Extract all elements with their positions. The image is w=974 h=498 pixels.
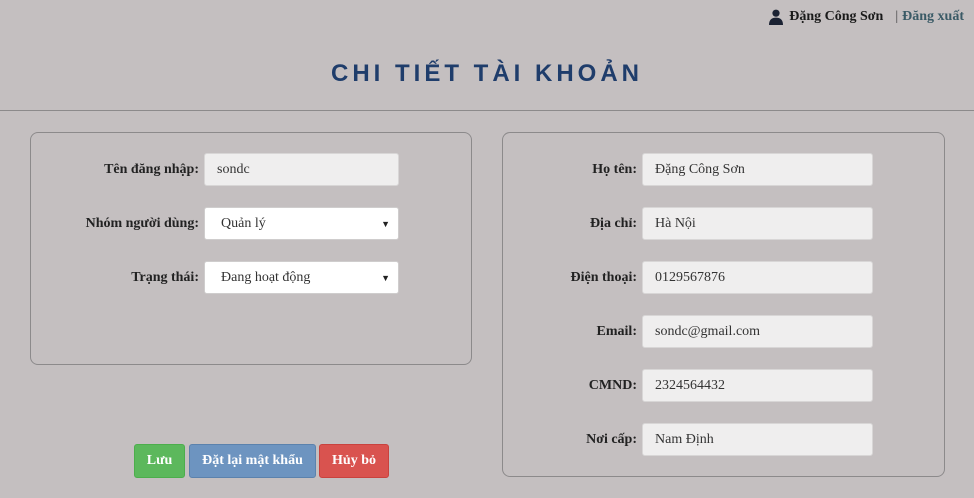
menu-separator: | [895, 9, 899, 24]
user-name: Đặng Công Sơn [789, 9, 884, 24]
group-row: Nhóm người dùng: Quản lý ▼ [31, 207, 399, 240]
phone-value: 0129567876 [655, 269, 725, 285]
email-label: Email: [596, 323, 637, 339]
idcard-field[interactable]: 2324564432 [642, 369, 873, 402]
fullname-value: Đặng Công Sơn [655, 161, 745, 177]
profile-panel: Họ tên: Đặng Công Sơn Địa chỉ: Hà Nội Đi… [502, 132, 945, 477]
fullname-label: Họ tên: [592, 161, 637, 177]
phone-label: Điện thoại: [570, 269, 638, 285]
status-label: Trạng thái: [131, 269, 199, 285]
group-select[interactable]: Quản lý ▼ [204, 207, 399, 240]
cancel-button[interactable]: Hủy bỏ [319, 444, 389, 478]
status-row: Trạng thái: Đang hoạt động ▼ [31, 261, 399, 294]
address-field[interactable]: Hà Nội [642, 207, 873, 240]
fullname-field[interactable]: Đặng Công Sơn [642, 153, 873, 186]
fullname-row: Họ tên: Đặng Công Sơn [503, 153, 873, 186]
idcard-value: 2324564432 [655, 377, 725, 393]
username-value: sondc [217, 161, 250, 177]
page-title: CHI TIẾT TÀI KHOẢN [331, 60, 643, 87]
issued-field[interactable]: Nam Định [642, 423, 873, 456]
username-field[interactable]: sondc [204, 153, 399, 186]
chevron-down-icon: ▼ [381, 218, 390, 229]
save-button[interactable]: Lưu [134, 444, 185, 478]
user-icon [769, 9, 784, 25]
account-panel: Tên đăng nhập: sondc Nhóm người dùng: Qu… [30, 132, 472, 365]
address-row: Địa chỉ: Hà Nội [503, 207, 873, 240]
logout-link[interactable]: Đăng xuất [902, 9, 964, 25]
phone-field[interactable]: 0129567876 [642, 261, 873, 294]
header-divider [0, 110, 974, 111]
idcard-row: CMND: 2324564432 [503, 369, 873, 402]
email-field[interactable]: sondc@gmail.com [642, 315, 873, 348]
issued-label: Nơi cấp: [586, 431, 637, 447]
chevron-down-icon: ▼ [381, 272, 390, 283]
username-row: Tên đăng nhập: sondc [31, 153, 399, 186]
user-menu: Đặng Công Sơn | Đăng xuất [769, 9, 964, 25]
email-row: Email: sondc@gmail.com [503, 315, 873, 348]
status-value: Đang hoạt động [221, 269, 311, 285]
issued-value: Nam Định [655, 431, 714, 447]
phone-row: Điện thoại: 0129567876 [503, 261, 873, 294]
idcard-label: CMND: [588, 377, 637, 393]
address-label: Địa chỉ: [589, 215, 637, 231]
issued-row: Nơi cấp: Nam Định [503, 423, 873, 456]
status-select[interactable]: Đang hoạt động ▼ [204, 261, 399, 294]
reset-password-button[interactable]: Đặt lại mật khẩu [189, 444, 316, 478]
email-value: sondc@gmail.com [655, 323, 761, 339]
username-label: Tên đăng nhập: [104, 161, 199, 177]
address-value: Hà Nội [655, 215, 696, 231]
group-label: Nhóm người dùng: [85, 215, 199, 231]
group-value: Quản lý [221, 215, 266, 231]
